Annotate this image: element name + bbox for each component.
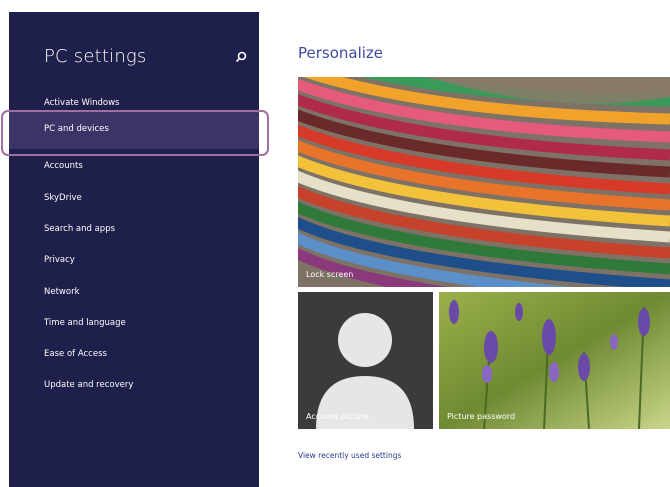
recent-settings-link[interactable]: View recently used settings: [298, 451, 401, 460]
sidebar-item-skydrive[interactable]: SkyDrive: [44, 193, 82, 203]
sidebar-title: PC settings: [44, 46, 147, 67]
picture-password-tile[interactable]: Picture password: [439, 292, 670, 429]
page-title: Personalize: [298, 44, 384, 62]
lock-screen-label: Lock screen: [306, 270, 354, 279]
sidebar-item-privacy[interactable]: Privacy: [44, 255, 75, 265]
selection-highlight: [1, 110, 269, 156]
sidebar-item-activate-windows[interactable]: Activate Windows: [44, 98, 119, 108]
rainbow-paper-image: [298, 77, 670, 287]
sidebar-item-search-and-apps[interactable]: Search and apps: [44, 224, 115, 234]
sidebar-item-update-and-recovery[interactable]: Update and recovery: [44, 380, 133, 390]
sidebar-item-accounts[interactable]: Accounts: [44, 161, 83, 171]
lavender-image: [439, 292, 670, 429]
search-icon[interactable]: [232, 49, 250, 67]
account-picture-label: Account picture: [306, 412, 369, 421]
settings-sidebar: PC settings Activate Windows PC and devi…: [9, 12, 259, 487]
sidebar-item-network[interactable]: Network: [44, 287, 80, 297]
picture-password-label: Picture password: [447, 412, 516, 421]
user-silhouette-icon: [316, 313, 414, 429]
account-picture-tile[interactable]: Account picture: [298, 292, 433, 429]
lock-screen-tile[interactable]: Lock screen: [298, 77, 670, 287]
sidebar-item-ease-of-access[interactable]: Ease of Access: [44, 349, 107, 359]
sidebar-item-time-and-language[interactable]: Time and language: [44, 318, 126, 328]
